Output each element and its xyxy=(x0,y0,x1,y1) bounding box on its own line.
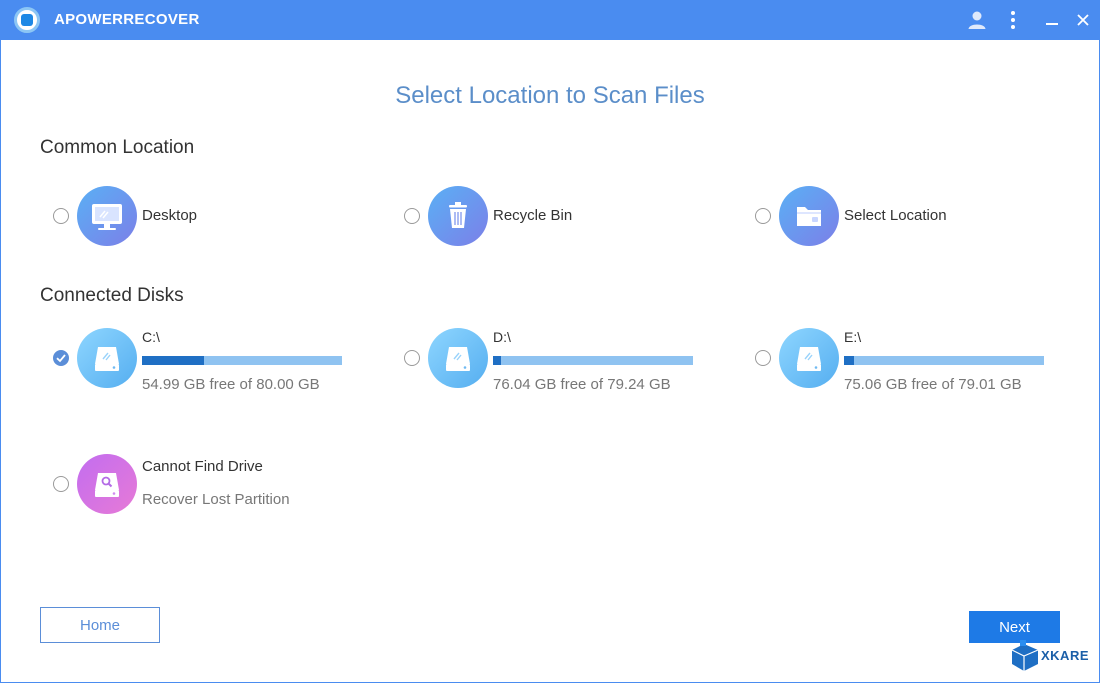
folder-icon[interactable] xyxy=(779,186,839,246)
drive-c-usage-fill xyxy=(142,356,204,365)
drive-c-radio[interactable] xyxy=(53,350,69,366)
desktop-label[interactable]: Desktop xyxy=(142,207,197,224)
drive-d-radio[interactable] xyxy=(404,350,420,366)
drive-e-usage-fill xyxy=(844,356,854,365)
drive-c-usage-bar xyxy=(142,356,342,365)
drive-d-usage-fill xyxy=(493,356,501,365)
drive-e-radio[interactable] xyxy=(755,350,771,366)
drive-c-icon[interactable] xyxy=(77,328,137,388)
checkmark-icon xyxy=(56,354,66,363)
select-location-radio[interactable] xyxy=(755,208,771,224)
drive-c-name[interactable]: C:\ xyxy=(142,329,160,345)
desktop-radio[interactable] xyxy=(53,208,69,224)
connected-disks-heading: Connected Disks xyxy=(40,285,184,306)
drive-d-icon[interactable] xyxy=(428,328,488,388)
recycle-bin-radio[interactable] xyxy=(404,208,420,224)
recycle-bin-label[interactable]: Recycle Bin xyxy=(493,207,572,224)
recycle-bin-icon[interactable] xyxy=(428,186,488,246)
desktop-icon[interactable] xyxy=(77,186,137,246)
cannot-find-drive-radio[interactable] xyxy=(53,476,69,492)
cannot-find-drive-label[interactable]: Cannot Find Drive xyxy=(142,458,263,475)
select-location-label[interactable]: Select Location xyxy=(844,207,947,224)
recover-lost-partition-label: Recover Lost Partition xyxy=(142,491,290,508)
drive-d-name[interactable]: D:\ xyxy=(493,329,511,345)
home-button[interactable]: Home xyxy=(40,607,160,643)
page-title: Select Location to Scan Files xyxy=(395,82,705,109)
drive-d-usage-bar xyxy=(493,356,693,365)
more-vertical-icon[interactable] xyxy=(1001,8,1025,32)
watermark-text: XKARE xyxy=(1041,648,1090,663)
drive-d-free-space: 76.04 GB free of 79.24 GB xyxy=(493,376,671,393)
app-title: APOWERRECOVER xyxy=(54,11,200,28)
drive-e-free-space: 75.06 GB free of 79.01 GB xyxy=(844,376,1022,393)
app-logo-icon xyxy=(14,7,40,33)
user-icon[interactable] xyxy=(965,8,989,32)
drive-e-icon[interactable] xyxy=(779,328,839,388)
lost-partition-icon[interactable] xyxy=(77,454,137,514)
minimize-icon[interactable] xyxy=(1040,8,1064,32)
common-location-heading: Common Location xyxy=(40,137,195,158)
title-bar: APOWERRECOVER xyxy=(0,0,1100,40)
drive-c-free-space: 54.99 GB free of 80.00 GB xyxy=(142,376,320,393)
drive-e-usage-bar xyxy=(844,356,1044,365)
close-icon[interactable] xyxy=(1071,8,1095,32)
drive-e-name[interactable]: E:\ xyxy=(844,329,861,345)
